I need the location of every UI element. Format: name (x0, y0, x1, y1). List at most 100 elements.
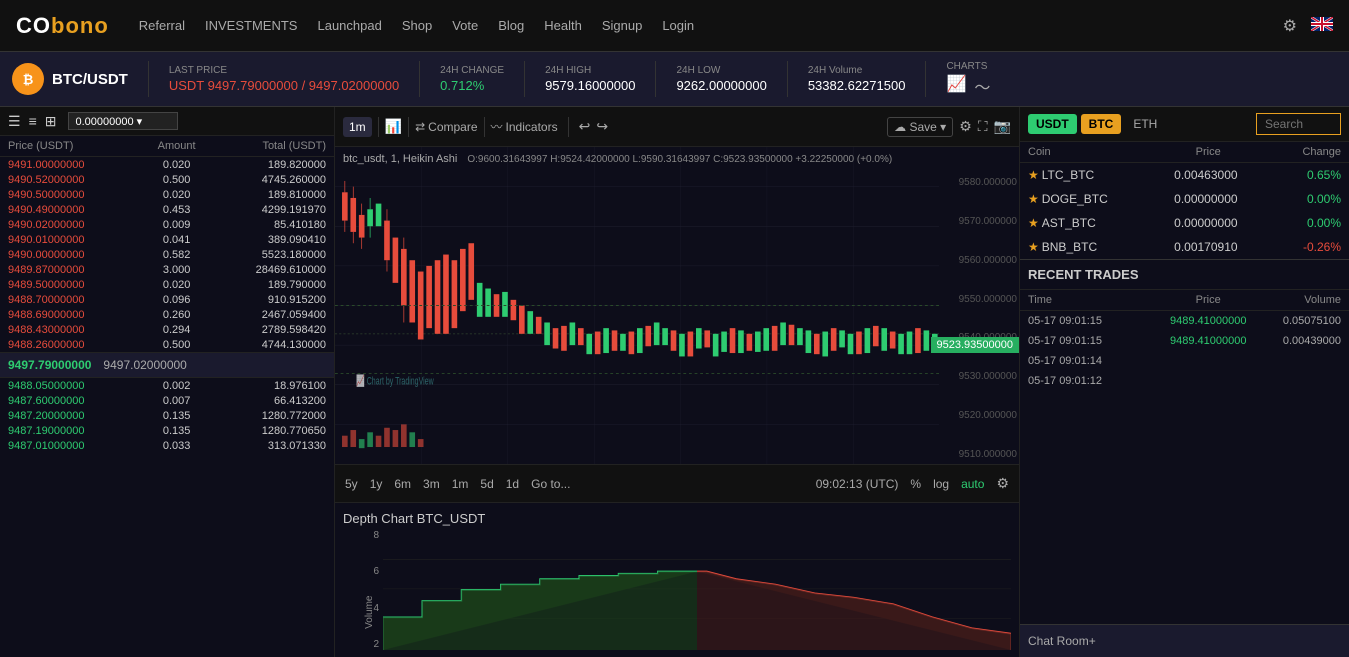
settings-gear-icon[interactable]: ⚙ (959, 118, 972, 135)
flag-icon[interactable] (1311, 17, 1333, 34)
nav-referral[interactable]: Referral (139, 18, 185, 33)
nav-launchpad[interactable]: Launchpad (317, 18, 381, 33)
table-row[interactable]: 9490.01000000 0.041 389.090410 (0, 232, 334, 247)
save-button[interactable]: ☁ Save ▾ (887, 117, 953, 137)
table-row[interactable]: 9487.20000000 0.135 1280.772000 (0, 408, 334, 423)
low-label: 24H LOW (676, 65, 766, 76)
low-item: 24H LOW 9262.00000000 (676, 65, 766, 93)
nav-vote[interactable]: Vote (452, 18, 478, 33)
table-row[interactable]: 9488.69000000 0.260 2467.059400 (0, 307, 334, 322)
redo-icon[interactable]: ↪ (596, 118, 608, 135)
coin-list-header: Coin Price Change (1020, 142, 1349, 163)
nav-health[interactable]: Health (544, 18, 582, 33)
list-item[interactable]: ★ BNB_BTC 0.00170910 -0.26% (1020, 235, 1349, 259)
bar-chart-icon[interactable]: 📊 (385, 118, 402, 135)
timeframe-1m[interactable]: 1m (343, 117, 372, 137)
grid-icon[interactable]: ⊞ (45, 113, 57, 130)
table-row[interactable]: 9491.00000000 0.020 189.820000 (0, 157, 334, 172)
indicators-button[interactable]: 〰 Indicators (491, 118, 558, 135)
menu-icon[interactable]: ☰ (8, 113, 21, 130)
mid-price-buy: 9497.79000000 (8, 358, 91, 372)
percent-icon[interactable]: % (910, 477, 921, 491)
camera-icon[interactable]: 📷 (994, 118, 1011, 135)
list-icon[interactable]: ≡ (29, 113, 37, 129)
list-item[interactable]: ★ AST_BTC 0.00000000 0.00% (1020, 211, 1349, 235)
nav-shop[interactable]: Shop (402, 18, 432, 33)
table-row[interactable]: 9489.50000000 0.020 189.790000 (0, 277, 334, 292)
pair-name: BTC/USDT (52, 71, 128, 88)
chart-settings-icon[interactable]: ⚙ (996, 475, 1009, 492)
table-row[interactable]: 9487.01000000 0.033 313.071330 (0, 438, 334, 453)
sell-orders: 9491.00000000 0.020 189.820000 9490.5200… (0, 157, 334, 352)
timerange-1m[interactable]: 1m (452, 477, 469, 491)
table-row[interactable]: 9490.50000000 0.020 189.810000 (0, 187, 334, 202)
timerange-5d[interactable]: 5d (480, 477, 493, 491)
recent-trade-row[interactable]: 05-17 09:01:15 9489.41000000 0.05075100 (1020, 311, 1349, 331)
price-filter-input[interactable] (68, 112, 178, 130)
high-value: 9579.16000000 (545, 78, 635, 93)
current-price-tag: 9523.93500000 (931, 337, 1019, 353)
table-row[interactable]: 9488.43000000 0.294 2789.598420 (0, 322, 334, 337)
table-row[interactable]: 9490.02000000 0.009 85.410180 (0, 217, 334, 232)
list-item[interactable]: ★ LTC_BTC 0.00463000 0.65% (1020, 163, 1349, 187)
list-item[interactable]: ★ DOGE_BTC 0.00000000 0.00% (1020, 187, 1349, 211)
star-icon: ★ (1028, 168, 1039, 182)
timerange-5y[interactable]: 5y (345, 477, 358, 491)
col-price: Price (USDT) (8, 140, 133, 152)
chart-label: btc_usdt, 1, Heikin Ashi O:9600.31643997… (343, 153, 892, 165)
mid-price-sell: 9497.02000000 (103, 358, 186, 372)
logo[interactable]: CObono (16, 13, 109, 39)
table-row[interactable]: 9487.60000000 0.007 66.413200 (0, 393, 334, 408)
timerange-1y[interactable]: 1y (370, 477, 383, 491)
table-row[interactable]: 9489.87000000 3.000 28469.610000 (0, 262, 334, 277)
coin-search-input[interactable] (1256, 113, 1341, 135)
last-price-label: LAST PRICE (169, 65, 399, 76)
compare-button[interactable]: ⇄ Compare (415, 120, 477, 134)
chart-line-icon[interactable]: 〜 (974, 74, 990, 98)
star-icon: ★ (1028, 216, 1039, 230)
auto-button[interactable]: auto (961, 477, 984, 491)
undo-icon[interactable]: ↩ (579, 118, 591, 135)
chart-time-display: 09:02:13 (UTC) (816, 477, 899, 491)
timerange-1d[interactable]: 1d (506, 477, 519, 491)
nav-blog[interactable]: Blog (498, 18, 524, 33)
change-item: 24H CHANGE 0.712% (440, 65, 504, 93)
table-row[interactable]: 9488.70000000 0.096 910.915200 (0, 292, 334, 307)
goto-button[interactable]: Go to... (531, 477, 570, 491)
charts-label: CHARTS (946, 61, 990, 72)
table-row[interactable]: 9490.52000000 0.500 4745.260000 (0, 172, 334, 187)
recent-trade-row[interactable]: 05-17 09:01:15 9489.41000000 0.00439000 (1020, 331, 1349, 351)
nav-signup[interactable]: Signup (602, 18, 642, 33)
depth-chart-svg (383, 530, 1011, 650)
depth-chart-panel: Depth Chart BTC_USDT 8 6 4 2 Volume (335, 502, 1019, 657)
table-row[interactable]: 9490.00000000 0.582 5523.180000 (0, 247, 334, 262)
depth-y-label: Volume (364, 596, 375, 629)
settings-icon[interactable]: ⚙ (1283, 16, 1297, 36)
fullscreen-icon[interactable]: ⛶ (978, 118, 988, 135)
recent-trade-row[interactable]: 05-17 09:01:12 (1020, 371, 1349, 391)
tab-eth[interactable]: ETH (1125, 114, 1165, 134)
table-row[interactable]: 9488.05000000 0.002 18.976100 (0, 378, 334, 393)
high-item: 24H HIGH 9579.16000000 (545, 65, 635, 93)
charts-item: CHARTS 📈 〜 (946, 61, 990, 98)
recent-trade-row[interactable]: 05-17 09:01:14 (1020, 351, 1349, 371)
chat-room-button[interactable]: Chat Room+ (1020, 624, 1349, 657)
timerange-6m[interactable]: 6m (394, 477, 411, 491)
table-row[interactable]: 9490.49000000 0.453 4299.191970 (0, 202, 334, 217)
table-row[interactable]: 9488.26000000 0.500 4744.130000 (0, 337, 334, 352)
topnav: CObono Referral INVESTMENTS Launchpad Sh… (0, 0, 1349, 52)
timerange-3m[interactable]: 3m (423, 477, 440, 491)
chart-bar-icon[interactable]: 📈 (946, 74, 966, 98)
change-label: 24H CHANGE (440, 65, 504, 76)
tab-usdt[interactable]: USDT (1028, 114, 1077, 134)
nav-login[interactable]: Login (662, 18, 694, 33)
orderbook-toolbar: ☰ ≡ ⊞ (0, 107, 334, 136)
nav-investments[interactable]: INVESTMENTS (205, 18, 297, 33)
table-row[interactable]: 9487.19000000 0.135 1280.770650 (0, 423, 334, 438)
log-button[interactable]: log (933, 477, 949, 491)
col-total: Total (USDT) (220, 140, 326, 152)
chart-area: btc_usdt, 1, Heikin Ashi O:9600.31643997… (335, 147, 1019, 464)
recent-trades-header: Time Price Volume (1020, 290, 1349, 311)
tab-btc[interactable]: BTC (1081, 114, 1122, 134)
price-axis: 9580.000000 9570.000000 9560.000000 9550… (959, 177, 1017, 460)
